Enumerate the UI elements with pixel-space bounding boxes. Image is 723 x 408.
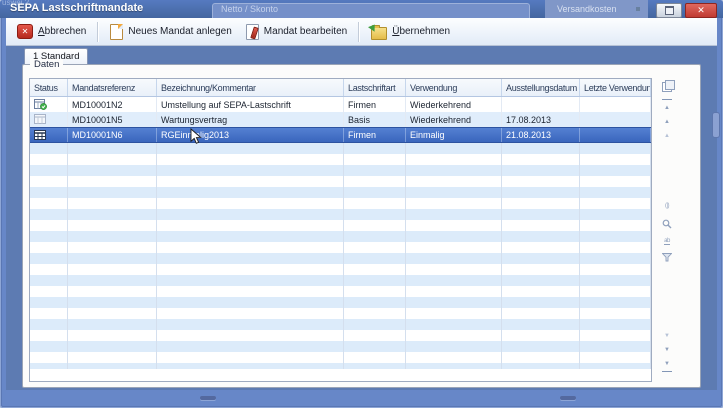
column-header-lastschriftart[interactable]: Lastschriftart: [344, 79, 406, 96]
bezeichnung-cell: Umstellung auf SEPA-Lastschrift: [157, 97, 344, 112]
grid-side-strip: ▲ ▲ ▲ (|) ab ▼ ▼ ▼: [659, 77, 675, 383]
column-header-mandatsreferenz[interactable]: Mandatsreferenz: [68, 79, 157, 96]
table-row[interactable]: MD10001N5 Wartungsvertrag Basis Wiederke…: [30, 112, 651, 127]
window-title: SEPA Lastschriftmandate: [10, 2, 143, 14]
new-document-icon: [110, 24, 123, 40]
letzte-verwendung-cell: [580, 128, 651, 142]
column-separator: [405, 143, 406, 369]
lastschriftart-cell: Firmen: [344, 97, 406, 112]
ausstellungsdatum-cell: 17.08.2013: [502, 112, 580, 127]
column-chooser-button[interactable]: [659, 78, 675, 91]
close-button[interactable]: ✕: [685, 3, 717, 18]
column-header-verwendung[interactable]: Verwendung: [406, 79, 502, 96]
apply-label: Übernehmen: [392, 26, 450, 37]
titlebar[interactable]: uswei ? SEPA Lastschriftmandate Netto / …: [0, 0, 723, 18]
mandatsreferenz-cell: MD10001N5: [68, 112, 157, 127]
toolbar-separator: [358, 22, 360, 42]
status-cell: [30, 128, 68, 142]
scroll-bottom-button[interactable]: ▼: [662, 357, 672, 372]
toolbar: ✕ Abbrechen Neues Mandat anlegen Mandat …: [6, 18, 717, 46]
column-chooser-icon: [662, 80, 673, 90]
groupbox-label: Daten: [30, 59, 63, 70]
restore-icon: [665, 6, 674, 15]
letzte-verwendung-cell: [580, 112, 651, 127]
mandatsreferenz-cell: MD10001N2: [68, 97, 157, 112]
background-groupbox-netto-skonto: Netto / Skonto: [212, 3, 530, 19]
edit-mandate-label: Mandat bearbeiten: [264, 26, 347, 37]
arrow-down-light-icon: ▼: [664, 333, 670, 339]
background-scrollbar-thumb: [712, 112, 720, 138]
verwendung-cell: Wiederkehrend: [406, 97, 502, 112]
grid-header-row: Status Mandatsreferenz Bezeichnung/Komme…: [30, 79, 651, 97]
column-header-status[interactable]: Status: [30, 79, 68, 96]
arrow-up-icon: ▲: [664, 119, 670, 125]
column-separator: [343, 143, 344, 369]
search-button[interactable]: [659, 217, 675, 230]
scroll-top-button[interactable]: ▲: [662, 99, 672, 114]
bezeichnung-cell: Wartungsvertrag: [157, 112, 344, 127]
table-row[interactable]: MD10001N2 Umstellung auf SEPA-Lastschrif…: [30, 97, 651, 112]
scroll-top-icon: ▲: [664, 105, 670, 111]
arrow-down-icon: ▼: [664, 347, 670, 353]
background-label-versandkosten: Versandkosten: [545, 0, 648, 18]
mandate-table-solid-icon: [34, 130, 47, 141]
mandate-grid[interactable]: Status Mandatsreferenz Bezeichnung/Komme…: [29, 78, 652, 382]
column-header-bezeichnung[interactable]: Bezeichnung/Kommentar: [157, 79, 344, 96]
bottom-grip: [200, 396, 216, 400]
incremental-search-icon: ab: [664, 238, 670, 245]
edit-document-icon: [246, 24, 259, 40]
scroll-bottom-icon: ▼: [664, 361, 670, 367]
page-up-button[interactable]: ▲: [659, 129, 675, 142]
ausstellungsdatum-cell: 21.08.2013: [502, 128, 580, 142]
column-separator: [501, 143, 502, 369]
scroll-up-button[interactable]: ▲: [659, 115, 675, 128]
column-separator: [579, 143, 580, 369]
daten-groupbox: Daten Status Mandatsreferenz Bezeichnung…: [22, 64, 701, 388]
background-dot: [636, 7, 640, 11]
new-mandate-button[interactable]: Neues Mandat anlegen: [103, 21, 238, 43]
bottom-grip: [560, 396, 576, 400]
column-separator: [156, 143, 157, 369]
restore-button[interactable]: [656, 3, 682, 18]
apply-button[interactable]: Übernehmen: [364, 21, 457, 43]
status-cell: [30, 97, 68, 112]
status-cell: [30, 112, 68, 127]
verwendung-cell: Einmalig: [406, 128, 502, 142]
best-fit-icon: (|): [665, 203, 669, 209]
column-header-ausstellungsdatum[interactable]: Ausstellungsdatum: [502, 79, 580, 96]
filter-button[interactable]: [659, 251, 675, 264]
abort-label: Abbrechen: [38, 26, 86, 37]
lastschriftart-cell: Firmen: [344, 128, 406, 142]
mandate-table-outline-icon: [34, 114, 47, 125]
lastschriftart-cell: Basis: [344, 112, 406, 127]
toolbar-separator: [97, 22, 99, 42]
filter-icon: [662, 253, 672, 262]
verwendung-cell: Wiederkehrend: [406, 112, 502, 127]
column-separator: [67, 143, 68, 369]
incremental-search-button[interactable]: ab: [659, 235, 675, 248]
mandate-table-green-badge-icon: [34, 99, 47, 110]
sepa-mandate-dialog: uswei ? SEPA Lastschriftmandate Netto / …: [0, 0, 723, 408]
arrow-up-light-icon: ▲: [664, 133, 670, 139]
column-separator: [650, 143, 651, 369]
abort-button[interactable]: ✕ Abbrechen: [10, 21, 93, 42]
abort-icon: ✕: [17, 24, 33, 39]
ausstellungsdatum-cell: [502, 97, 580, 112]
best-fit-button[interactable]: (|): [659, 199, 675, 212]
bezeichnung-cell: RGEinmalig2013: [157, 128, 344, 142]
close-icon: ✕: [697, 6, 705, 15]
search-icon: [662, 219, 672, 229]
mandatsreferenz-cell: MD10001N6: [68, 128, 157, 142]
page-down-button[interactable]: ▼: [659, 329, 675, 342]
apply-folder-icon: [371, 27, 387, 40]
table-row-selected[interactable]: MD10001N6 RGEinmalig2013 Firmen Einmalig…: [30, 127, 651, 143]
letzte-verwendung-cell: [580, 97, 651, 112]
scroll-down-button[interactable]: ▼: [659, 343, 675, 356]
new-mandate-label: Neues Mandat anlegen: [128, 26, 231, 37]
column-header-letzte-verwendung[interactable]: Letzte Verwendung: [580, 79, 651, 96]
dialog-content: 1 Standard Daten Status Mandatsreferenz …: [6, 46, 717, 390]
edit-mandate-button[interactable]: Mandat bearbeiten: [239, 21, 354, 43]
grid-empty-area[interactable]: [30, 143, 651, 369]
